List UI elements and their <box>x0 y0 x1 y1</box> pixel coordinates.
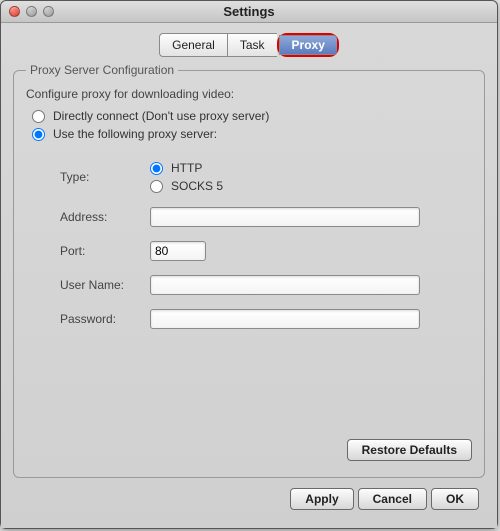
address-label: Address: <box>60 210 150 224</box>
cancel-button[interactable]: Cancel <box>358 488 427 510</box>
type-socks5-label: SOCKS 5 <box>171 179 223 193</box>
highlight-ring: Proxy <box>277 33 339 57</box>
radio-http[interactable] <box>150 162 163 175</box>
dialog-footer: Apply Cancel OK <box>13 478 485 516</box>
proxy-form: Type: HTTP SOCKS 5 Address: <box>60 161 472 343</box>
groupbox-desc: Configure proxy for downloading video: <box>26 87 472 101</box>
username-input[interactable] <box>150 275 420 295</box>
option-use-proxy[interactable]: Use the following proxy server: <box>32 127 472 141</box>
close-icon[interactable] <box>9 6 20 17</box>
port-input[interactable] <box>150 241 206 261</box>
restore-defaults-button[interactable]: Restore Defaults <box>347 439 472 461</box>
tab-proxy[interactable]: Proxy <box>279 35 337 55</box>
titlebar: Settings <box>1 1 497 23</box>
username-label: User Name: <box>60 278 150 292</box>
proxy-groupbox: Proxy Server Configuration Configure pro… <box>13 63 485 478</box>
password-input[interactable] <box>150 309 420 329</box>
password-label: Password: <box>60 312 150 326</box>
radio-direct[interactable] <box>32 110 45 123</box>
option-useproxy-label: Use the following proxy server: <box>53 127 217 141</box>
option-direct-label: Directly connect (Don't use proxy server… <box>53 109 269 123</box>
ok-button[interactable]: OK <box>431 488 479 510</box>
content-area: General Task Proxy Proxy Server Configur… <box>1 23 497 528</box>
window-title: Settings <box>1 4 497 19</box>
type-http-label: HTTP <box>171 161 202 175</box>
window-controls <box>9 6 54 17</box>
apply-button[interactable]: Apply <box>290 488 353 510</box>
radio-useproxy[interactable] <box>32 128 45 141</box>
settings-window: Settings General Task Proxy Proxy Server… <box>0 0 498 529</box>
radio-socks5[interactable] <box>150 180 163 193</box>
tab-general[interactable]: General <box>159 33 227 57</box>
option-direct-connect[interactable]: Directly connect (Don't use proxy server… <box>32 109 472 123</box>
tab-task[interactable]: Task <box>227 33 277 57</box>
address-input[interactable] <box>150 207 420 227</box>
type-label: Type: <box>60 170 150 184</box>
zoom-icon[interactable] <box>43 6 54 17</box>
tab-bar: General Task Proxy <box>13 33 485 57</box>
groupbox-legend: Proxy Server Configuration <box>26 63 178 77</box>
type-http-option[interactable]: HTTP <box>150 161 223 175</box>
type-socks5-option[interactable]: SOCKS 5 <box>150 179 223 193</box>
port-label: Port: <box>60 244 150 258</box>
minimize-icon[interactable] <box>26 6 37 17</box>
